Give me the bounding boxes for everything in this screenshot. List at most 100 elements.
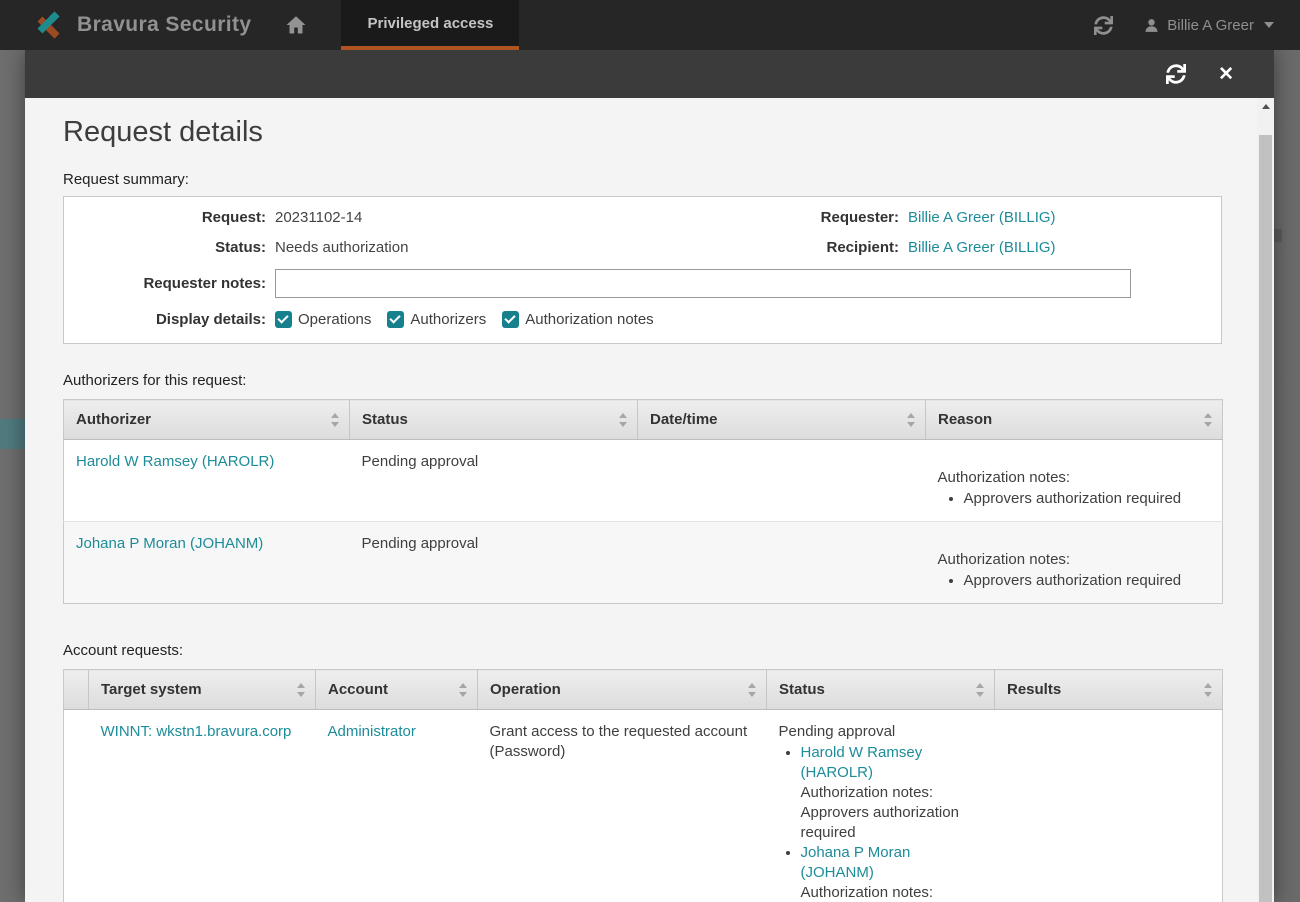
- authorizer-datetime: [638, 522, 926, 604]
- scrollbar-thumb[interactable]: [1259, 135, 1272, 902]
- sort-icon: [297, 683, 306, 697]
- scroll-up-arrow-icon[interactable]: [1257, 98, 1274, 115]
- approver-link[interactable]: Johana P Moran (JOHANM): [801, 844, 911, 881]
- request-summary-heading: Request summary:: [63, 171, 1222, 188]
- reason-item: Approvers authorization required: [964, 489, 1211, 509]
- authorizer-status: Pending approval: [350, 440, 638, 522]
- requester-link[interactable]: Billie A Greer (BILLIG): [908, 209, 1056, 226]
- requester-label: Requester:: [769, 209, 899, 226]
- modal-scrollbar[interactable]: [1257, 98, 1274, 902]
- col-account-label: Account: [328, 681, 388, 698]
- requester-notes-input[interactable]: [275, 269, 1131, 298]
- col-target-system[interactable]: Target system: [89, 670, 316, 710]
- checkbox-authorizers-label: Authorizers: [410, 311, 486, 328]
- col-acct-status-label: Status: [779, 681, 825, 698]
- row-select-cell: [64, 710, 89, 902]
- home-button[interactable]: [251, 0, 341, 50]
- recipient-label: Recipient:: [769, 239, 899, 256]
- list-item: Johana P Moran (JOHANM) Authorization no…: [801, 843, 983, 902]
- sort-icon: [459, 683, 468, 697]
- user-icon: [1143, 17, 1160, 34]
- checkbox-checked-icon: [275, 311, 292, 328]
- request-details-modal: ✕ Request details Request summary: Reque…: [25, 50, 1274, 902]
- reason-title: Authorization notes:: [938, 468, 1211, 488]
- reason-block: Authorization notes: Approvers authoriza…: [938, 468, 1211, 509]
- col-status-label: Status: [362, 411, 408, 428]
- col-operation-label: Operation: [490, 681, 561, 698]
- col-reason-label: Reason: [938, 411, 992, 428]
- approver-notes: Approvers authorization required: [801, 803, 983, 843]
- display-details-label: Display details:: [64, 311, 266, 328]
- close-icon[interactable]: ✕: [1218, 65, 1234, 84]
- modal-body: Request details Request summary: Request…: [25, 98, 1257, 902]
- col-operation[interactable]: Operation: [478, 670, 767, 710]
- col-datetime-label: Date/time: [650, 411, 718, 428]
- account-requests-heading: Account requests:: [63, 642, 1222, 659]
- modal-refresh-icon[interactable]: [1166, 64, 1186, 84]
- col-target-system-label: Target system: [101, 681, 202, 698]
- table-row: WINNT: wkstn1.bravura.corp Administrator…: [64, 710, 1223, 902]
- checkbox-operations-label: Operations: [298, 311, 371, 328]
- sort-icon: [1204, 683, 1213, 697]
- col-results-label: Results: [1007, 681, 1061, 698]
- bravura-logo-icon: [34, 8, 68, 42]
- authorizers-table: Authorizer Status Date/time Reason Harol…: [63, 399, 1223, 604]
- approver-notes-label: Authorization notes:: [801, 783, 983, 803]
- user-name: Billie A Greer: [1167, 17, 1254, 34]
- backdrop-sidebar-highlight: [0, 419, 25, 449]
- col-status[interactable]: Status: [350, 400, 638, 440]
- checkbox-authorization-notes-label: Authorization notes: [525, 311, 653, 328]
- acct-status-list: Harold W Ramsey (HAROLR) Authorization n…: [779, 743, 983, 902]
- home-icon: [284, 13, 308, 37]
- sort-icon: [907, 413, 916, 427]
- reason-title: Authorization notes:: [938, 550, 1211, 570]
- modal-header: ✕: [25, 50, 1274, 98]
- table-row: Johana P Moran (JOHANM) Pending approval…: [64, 522, 1223, 604]
- tab-label: Privileged access: [367, 15, 493, 32]
- col-reason[interactable]: Reason: [926, 400, 1223, 440]
- status-value: Needs authorization: [275, 239, 408, 256]
- sort-icon: [976, 683, 985, 697]
- col-results[interactable]: Results: [995, 670, 1223, 710]
- authorizers-heading: Authorizers for this request:: [63, 372, 1222, 389]
- authorizer-status: Pending approval: [350, 522, 638, 604]
- authorizer-link[interactable]: Harold W Ramsey (HAROLR): [76, 453, 274, 470]
- target-system-link[interactable]: WINNT: wkstn1.bravura.corp: [101, 723, 292, 740]
- reason-block: Authorization notes: Approvers authoriza…: [938, 550, 1211, 591]
- brand[interactable]: Bravura Security: [0, 0, 251, 50]
- col-authorizer[interactable]: Authorizer: [64, 400, 350, 440]
- col-account[interactable]: Account: [316, 670, 478, 710]
- sort-icon: [619, 413, 628, 427]
- checkbox-authorization-notes[interactable]: Authorization notes: [502, 311, 653, 328]
- tab-privileged-access[interactable]: Privileged access: [341, 0, 519, 50]
- account-requests-table: Target system Account Operation Status R…: [63, 669, 1223, 902]
- col-acct-status[interactable]: Status: [767, 670, 995, 710]
- checkbox-authorizers[interactable]: Authorizers: [387, 311, 486, 328]
- sort-icon: [1204, 413, 1213, 427]
- acct-status-title: Pending approval: [779, 722, 983, 742]
- request-value: 20231102-14: [275, 209, 362, 226]
- request-label: Request:: [64, 209, 266, 226]
- page-title: Request details: [63, 116, 1222, 149]
- chevron-down-icon: [1264, 22, 1274, 28]
- account-link[interactable]: Administrator: [328, 723, 416, 740]
- approver-notes-label: Authorization notes:: [801, 883, 983, 902]
- authorizer-link[interactable]: Johana P Moran (JOHANM): [76, 535, 263, 552]
- checkbox-operations[interactable]: Operations: [275, 311, 371, 328]
- backdrop-notch: [1274, 229, 1282, 242]
- recipient-link[interactable]: Billie A Greer (BILLIG): [908, 239, 1056, 256]
- reason-item: Approvers authorization required: [964, 571, 1211, 591]
- table-row: Harold W Ramsey (HAROLR) Pending approva…: [64, 440, 1223, 522]
- top-navbar: Bravura Security Privileged access Billi…: [0, 0, 1300, 50]
- col-datetime[interactable]: Date/time: [638, 400, 926, 440]
- sort-icon: [331, 413, 340, 427]
- status-label: Status:: [64, 239, 266, 256]
- checkbox-checked-icon: [387, 311, 404, 328]
- sort-icon: [748, 683, 757, 697]
- approver-link[interactable]: Harold W Ramsey (HAROLR): [801, 744, 923, 781]
- requester-notes-label: Requester notes:: [64, 275, 266, 292]
- navbar-refresh-icon[interactable]: [1094, 16, 1113, 35]
- user-menu[interactable]: Billie A Greer: [1143, 17, 1274, 34]
- checkbox-checked-icon: [502, 311, 519, 328]
- col-select: [64, 670, 89, 710]
